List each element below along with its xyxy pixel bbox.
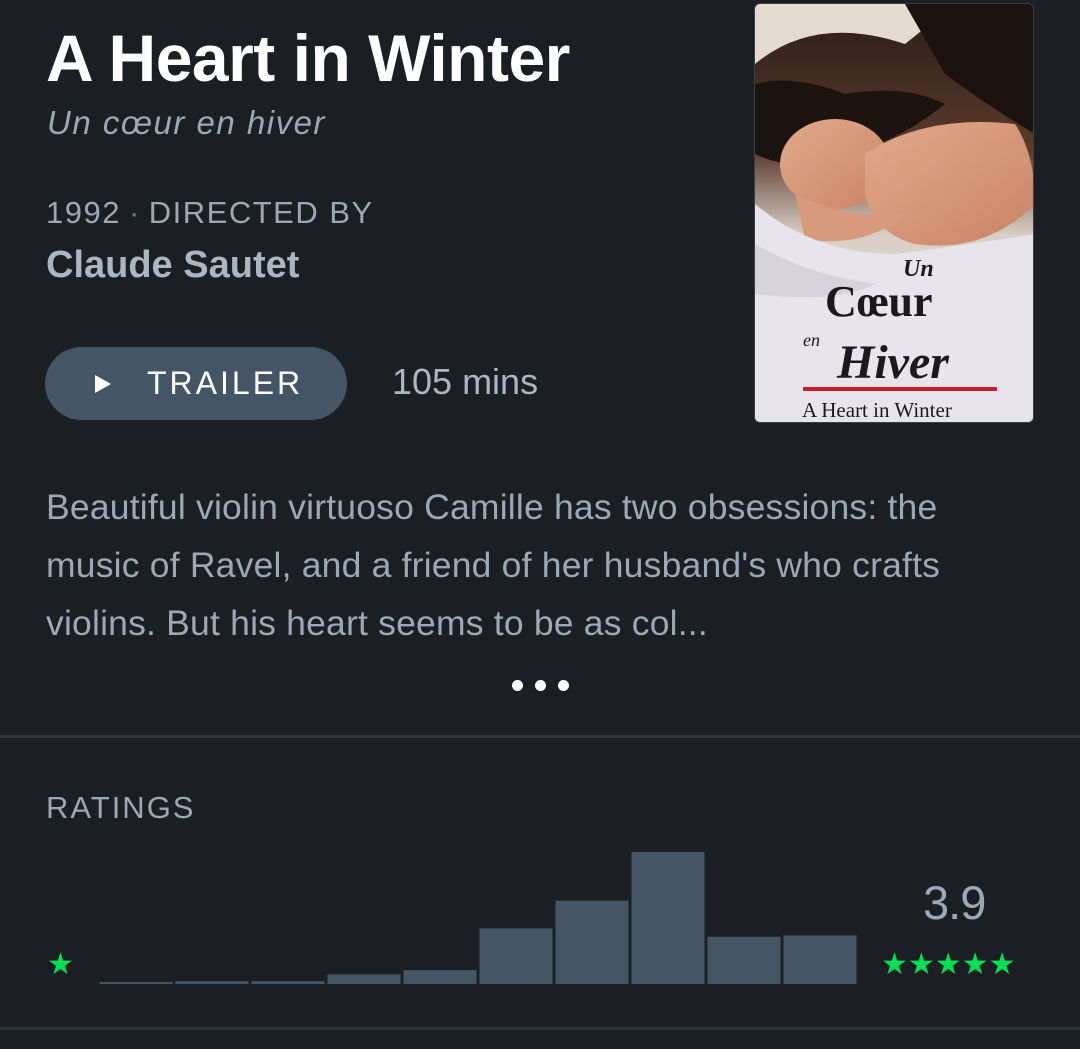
poster-text-english: A Heart in Winter: [802, 398, 952, 422]
ellipsis-icon[interactable]: [505, 672, 575, 698]
trailer-button[interactable]: TRAILER: [45, 347, 347, 420]
poster-text-en: en: [803, 330, 820, 350]
average-rating[interactable]: 3.9: [923, 875, 986, 930]
trailer-label: TRAILER: [147, 365, 304, 401]
ratings-heading: RATINGS: [46, 790, 196, 825]
histogram-bar-3[interactable]: [479, 928, 553, 984]
film-page: A Heart in Winter Un cœur en hiver 1992 ·…: [0, 0, 1080, 1049]
dot: [557, 679, 569, 691]
film-meta: 1992 · DIRECTED BY: [46, 195, 374, 231]
runtime: 105 mins: [392, 361, 539, 402]
histogram-bar-1[interactable]: [175, 981, 249, 984]
histogram-bar-4[interactable]: [631, 852, 705, 984]
star-icon: ★: [47, 948, 74, 981]
poster-red-line: [803, 387, 997, 391]
ratings-histogram: [99, 852, 857, 984]
histogram-bar-1.5[interactable]: [251, 981, 325, 984]
poster-text-coeur: Cœur: [825, 277, 933, 326]
release-year[interactable]: 1992: [46, 195, 121, 230]
original-title: Un cœur en hiver: [47, 104, 326, 141]
histogram-bar-3.5[interactable]: [555, 900, 629, 984]
dot: [534, 679, 546, 691]
poster-text-hiver: Hiver: [836, 336, 950, 389]
histogram-bar-2.5[interactable]: [403, 970, 477, 984]
separator-dot: ·: [128, 195, 141, 230]
directed-by-label: DIRECTED BY: [148, 195, 374, 230]
section-divider: [0, 735, 1080, 738]
director-link[interactable]: Claude Sautet: [46, 244, 299, 287]
histogram-bar-4.5[interactable]: [707, 936, 781, 984]
section-divider-bottom: [0, 1027, 1080, 1030]
poster-artwork: Un Cœur en Hiver A Heart in Winter: [755, 4, 1033, 422]
synopsis[interactable]: Beautiful violin virtuoso Camille has tw…: [46, 478, 1036, 652]
film-title: A Heart in Winter: [46, 21, 570, 95]
film-poster[interactable]: Un Cœur en Hiver A Heart in Winter: [754, 3, 1034, 423]
dot: [511, 679, 523, 691]
five-star-icon: ★★★★★: [881, 948, 1016, 981]
histogram-bar-2[interactable]: [327, 974, 401, 984]
histogram-bar-5[interactable]: [783, 935, 857, 984]
histogram-bar-0.5[interactable]: [99, 982, 173, 984]
play-icon: [95, 374, 111, 393]
